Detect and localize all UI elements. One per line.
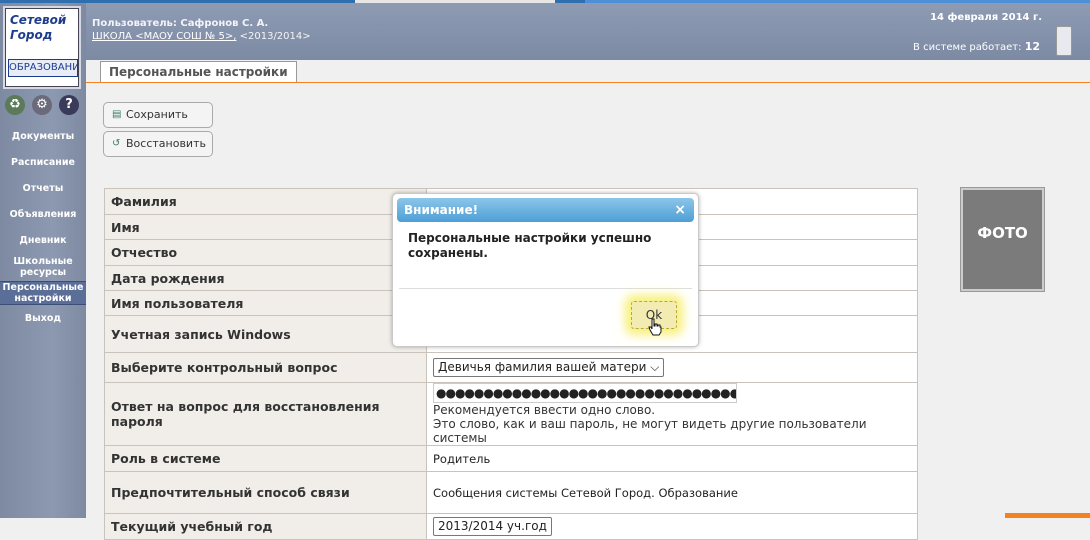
- answer-hint-1: Рекомендуется ввести одно слово.: [433, 403, 656, 417]
- close-icon[interactable]: ×: [674, 198, 686, 222]
- user-name: Пользователь: Сафронов С. А.: [92, 18, 269, 29]
- label-question: Выберите контрольный вопрос: [104, 352, 427, 383]
- value-answer-cell: ●●●●●●●●●●●●●●●●●●●●●●●●●●●●●●●● Рекомен…: [426, 382, 918, 446]
- answer-hint-2: Это слово, как и ваш пароль, не могут ви…: [433, 417, 867, 445]
- sidebar-item-settings[interactable]: Персональные настройки: [0, 281, 86, 305]
- current-date: 14 февраля 2014 г.: [930, 12, 1042, 23]
- answer-password-field[interactable]: ●●●●●●●●●●●●●●●●●●●●●●●●●●●●●●●●: [433, 383, 737, 403]
- header: Пользователь: Сафронов С. А. ШКОЛА <МАОУ…: [86, 3, 1090, 60]
- settings-icon[interactable]: ⚙: [32, 95, 52, 115]
- question-select-value: Девичья фамилия вашей матери: [438, 360, 647, 374]
- school-link[interactable]: ШКОЛА <МАОУ СОШ № 5>,: [92, 31, 236, 42]
- logo-subtitle: ОБРАЗОВАНИЕ: [8, 59, 78, 77]
- logo[interactable]: СетевойГород ОБРАЗОВАНИЕ: [5, 8, 79, 87]
- restore-icon: ↺: [112, 138, 121, 149]
- year-select[interactable]: 2013/2014 уч.год: [433, 517, 552, 536]
- chevron-down-icon: ⌵: [650, 360, 660, 374]
- label-username: Имя пользователя: [104, 290, 427, 316]
- form-row-answer: Ответ на вопрос для восстановления парол…: [104, 382, 918, 446]
- sidebar-item-announcements[interactable]: Объявления: [0, 209, 86, 220]
- label-last: Текущий учебный год: [104, 513, 427, 540]
- save-icon: ▤: [112, 109, 122, 120]
- hand-cursor-icon: [648, 318, 662, 336]
- value-role: Родитель: [426, 445, 918, 472]
- value-contact: Сообщения системы Сетевой Город. Образов…: [426, 471, 918, 514]
- dialog-divider: [399, 288, 692, 289]
- label-firstname: Имя: [104, 214, 427, 240]
- value-question-cell: Девичья фамилия вашей матери ⌵: [426, 352, 918, 383]
- label-role: Роль в системе: [104, 445, 427, 472]
- sidebar-item-resources[interactable]: Школьные ресурсы: [0, 256, 86, 278]
- label-patronymic: Отчество: [104, 239, 427, 266]
- sidebar-item-schedule[interactable]: Расписание: [0, 157, 86, 168]
- tab-underline: [86, 82, 1090, 83]
- logo-title: Сетевой Город: [10, 13, 67, 42]
- sidebar-item-documents[interactable]: Документы: [0, 131, 86, 142]
- save-button[interactable]: ▤ Сохранить: [103, 102, 213, 128]
- help-icon[interactable]: ?: [59, 95, 79, 115]
- sidebar-item-reports[interactable]: Отчеты: [0, 183, 86, 194]
- sidebar-item-diary[interactable]: Дневник: [0, 235, 86, 246]
- restore-button-label: Восстановить: [126, 137, 206, 150]
- dialog-message: Персональные настройки успешно сохранены…: [408, 231, 652, 260]
- save-button-label: Сохранить: [126, 108, 188, 121]
- recycle-icon[interactable]: ♻: [5, 95, 25, 115]
- form-row-question: Выберите контрольный вопрос Девичья фами…: [104, 352, 918, 383]
- sidebar: СетевойГород ОБРАЗОВАНИЕ ♻ ⚙ ? Документы…: [0, 3, 86, 518]
- label-birthdate: Дата рождения: [104, 265, 427, 291]
- tab-personal-settings[interactable]: Персональные настройки: [100, 61, 297, 83]
- dialog-header: Внимание! ×: [397, 198, 694, 222]
- label-windows: Учетная запись Windows: [104, 315, 427, 353]
- label-lastname: Фамилия: [104, 188, 427, 215]
- label-answer: Ответ на вопрос для восстановления парол…: [104, 382, 427, 446]
- restore-button[interactable]: ↺ Восстановить: [103, 131, 213, 157]
- form-row-contact: Предпочтительный способ связи Сообщения …: [104, 471, 918, 514]
- form-row-last: Текущий учебный год 2013/2014 уч.год: [104, 513, 918, 540]
- sidebar-item-exit[interactable]: Выход: [0, 313, 86, 324]
- online-users: В системе работает: 12: [913, 40, 1040, 53]
- value-last-cell: 2013/2014 уч.год: [426, 513, 918, 540]
- scrollbar-thumb[interactable]: [1056, 26, 1072, 56]
- label-contact: Предпочтительный способ связи: [104, 471, 427, 514]
- school-year: <2013/2014>: [239, 31, 311, 42]
- question-select[interactable]: Девичья фамилия вашей матери ⌵: [433, 358, 665, 377]
- photo-placeholder[interactable]: ФОТО: [960, 187, 1045, 292]
- dialog-title: Внимание!: [404, 203, 479, 217]
- bottom-accent: [1005, 513, 1090, 518]
- form-row-role: Роль в системе Родитель: [104, 445, 918, 472]
- school-line: ШКОЛА <МАОУ СОШ № 5>, <2013/2014>: [92, 31, 311, 42]
